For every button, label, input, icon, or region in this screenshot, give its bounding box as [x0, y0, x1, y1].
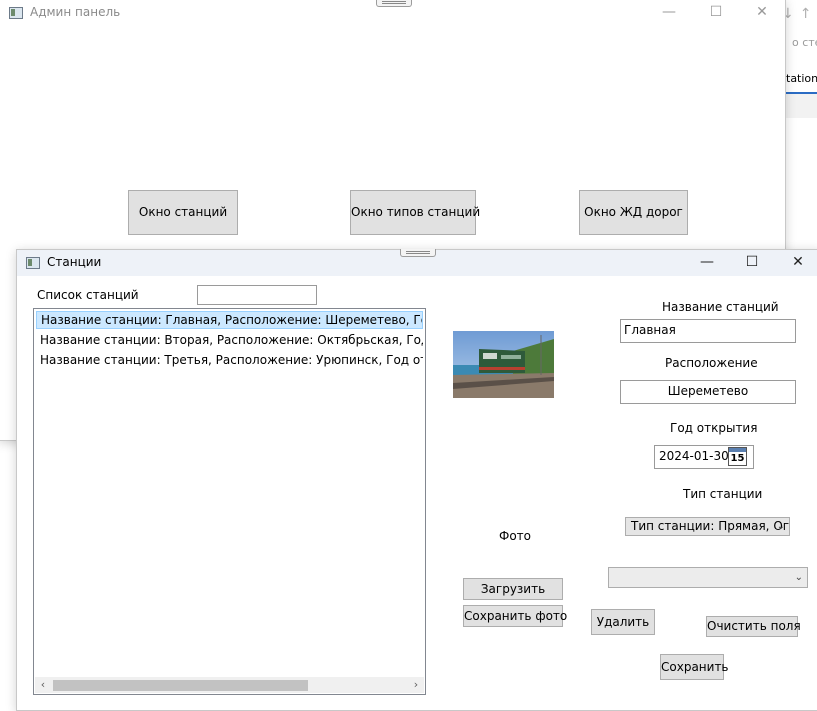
station-listbox[interactable]: Название станции: Главная, Расположение:… — [33, 308, 426, 695]
scroll-right-icon[interactable]: › — [408, 677, 424, 693]
railway-select[interactable]: ⌄ — [608, 567, 808, 588]
close-button[interactable]: ✕ — [775, 250, 817, 276]
location-label: Расположение — [665, 356, 758, 370]
list-item[interactable]: Название станции: Вторая, Расположение: … — [36, 332, 423, 350]
station-search-input[interactable] — [197, 285, 317, 305]
background-tab[interactable]: tation — [786, 70, 817, 94]
save-photo-button[interactable]: Сохранить фото — [463, 605, 567, 627]
maximize-button[interactable]: ☐ — [729, 250, 775, 276]
station-types-window-button[interactable]: Окно типов станций — [350, 190, 480, 235]
app-icon — [26, 257, 40, 269]
minimize-button[interactable]: — — [684, 250, 730, 276]
stations-titlebar[interactable]: Станции — ☐ ✕ — [17, 249, 817, 276]
close-button[interactable]: ✕ — [739, 0, 785, 26]
drag-grip[interactable] — [376, 0, 412, 7]
chevron-down-icon: ⌄ — [794, 572, 803, 583]
station-type-value: Тип станции: Прямая, Ог — [631, 519, 790, 533]
minimize-button[interactable]: — — [646, 0, 692, 26]
admin-title: Админ панель — [30, 5, 121, 19]
calendar-icon[interactable]: 15 — [728, 447, 747, 466]
calendar-day: 15 — [730, 453, 745, 464]
save-button[interactable]: Сохранить — [660, 654, 729, 680]
drag-grip[interactable] — [400, 249, 436, 257]
sort-arrows-icon: ↓↑ — [782, 6, 817, 22]
station-name-input[interactable]: Главная — [620, 319, 796, 343]
app-icon — [9, 7, 23, 19]
station-name-label: Название станций — [662, 300, 779, 314]
year-value: 2024-01-30 — [659, 449, 729, 463]
background-text: о стека — [792, 36, 817, 49]
admin-titlebar[interactable]: Админ панель — ☐ ✕ — [0, 0, 785, 26]
stations-window-button[interactable]: Окно станций — [128, 190, 238, 235]
upload-button[interactable]: Загрузить — [463, 578, 563, 600]
horizontal-scrollbar[interactable]: ‹ › — [35, 677, 424, 693]
railways-window-button[interactable]: Окно ЖД дорог — [579, 190, 688, 235]
list-item[interactable]: Название станции: Третья, Расположение: … — [36, 352, 423, 370]
delete-button[interactable]: Удалить — [591, 609, 655, 635]
station-list-label: Список станций — [37, 288, 139, 302]
calendar-header — [729, 448, 746, 452]
stations-title: Станции — [47, 255, 102, 269]
station-photo — [453, 331, 554, 398]
maximize-button[interactable]: ☐ — [693, 0, 739, 26]
scroll-thumb[interactable] — [53, 680, 308, 691]
location-input[interactable]: Шереметево — [620, 380, 796, 404]
scroll-left-icon[interactable]: ‹ — [35, 677, 51, 693]
photo-label: Фото — [499, 529, 532, 543]
chevron-down-icon: ⌄ — [776, 521, 785, 532]
list-item[interactable]: Название станции: Главная, Расположение:… — [36, 311, 423, 329]
year-label: Год открытия — [670, 421, 758, 435]
stations-window: Станции — ☐ ✕ Список станций Название ст… — [16, 249, 817, 711]
station-type-label: Тип станции — [683, 487, 763, 501]
clear-fields-button[interactable]: Очистить поля — [706, 616, 801, 637]
station-type-select[interactable]: Тип станции: Прямая, Ог ⌄ — [625, 517, 790, 536]
